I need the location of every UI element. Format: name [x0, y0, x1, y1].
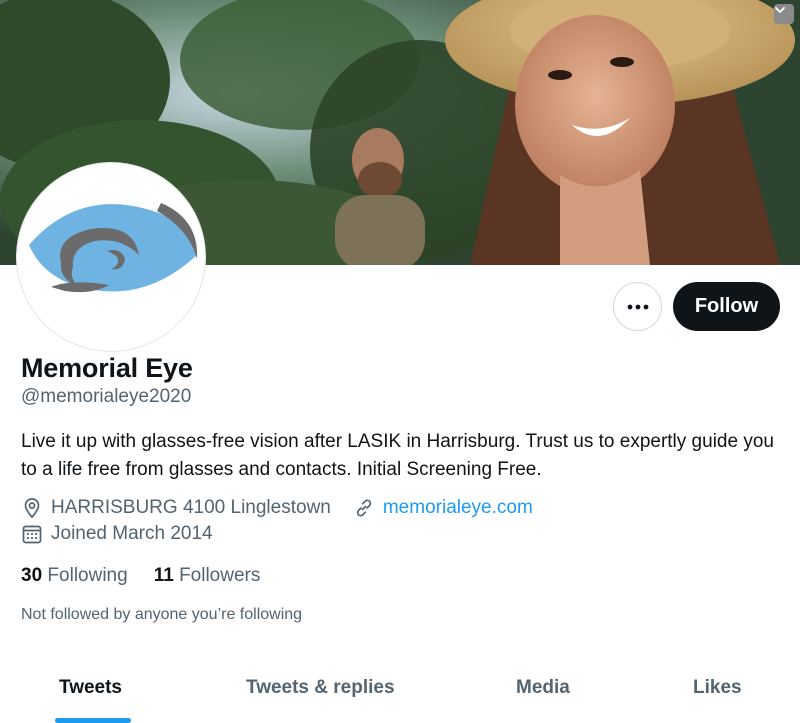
profile-joined-date: Joined March 2014: [51, 523, 213, 544]
profile-bio: Live it up with glasses-free vision afte…: [21, 431, 774, 480]
following-label: Following: [47, 565, 128, 586]
more-options-button[interactable]: [613, 282, 662, 331]
followers-count: 11: [153, 565, 174, 586]
link-icon: [353, 497, 375, 519]
profile-meta-row: HARRISBURG 4100 Linglestown memorialeye.…: [21, 497, 533, 519]
tab-media[interactable]: Media: [516, 677, 570, 699]
profile-location: HARRISBURG 4100 Linglestown: [51, 497, 331, 518]
calendar-icon: [21, 523, 43, 545]
tab-tweets-and-replies[interactable]: Tweets & replies: [246, 677, 395, 699]
followers-label: Followers: [179, 565, 261, 586]
profile-name: Memorial Eye: [21, 353, 193, 383]
following-count: 30: [21, 565, 43, 586]
profile-tabs: Tweets Tweets & replies Media Likes: [0, 655, 800, 723]
profile-handle: @memorialeye2020: [21, 386, 192, 407]
followers-link[interactable]: 11 Followers: [154, 565, 261, 587]
tab-likes[interactable]: Likes: [693, 677, 742, 699]
tab-tweets[interactable]: Tweets: [59, 677, 122, 699]
profile-counts: 30 Following 11 Followers: [21, 565, 260, 587]
profile-joined-row: Joined March 2014: [21, 523, 213, 545]
not-followed-notice: Not followed by anyone you’re following: [21, 606, 303, 623]
following-link[interactable]: 30 Following: [21, 565, 128, 587]
follow-button[interactable]: Follow: [673, 282, 780, 331]
profile-website-link[interactable]: memorialeye.com: [383, 497, 533, 519]
profile-avatar[interactable]: [17, 163, 205, 351]
location-pin-icon: [21, 497, 43, 519]
more-options-icon: [627, 304, 648, 309]
memorial-eye-logo: [29, 203, 198, 293]
active-tab-indicator: [55, 718, 131, 723]
banner-menu-button[interactable]: [774, 4, 794, 24]
chevron-down-icon: [775, 7, 785, 14]
